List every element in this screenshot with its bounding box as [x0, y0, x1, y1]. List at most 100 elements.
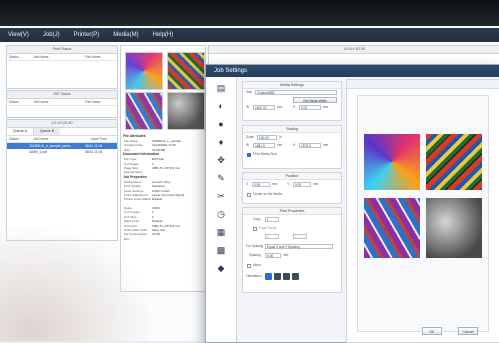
color-icon[interactable]: ◐: [216, 101, 226, 111]
layout-icon[interactable]: ▤: [216, 83, 226, 93]
page-range-checkbox[interactable]: [253, 227, 257, 231]
dialog-title: Job Settings: [206, 65, 499, 77]
preview-media: [357, 95, 489, 332]
spacing-field[interactable]: 0.00: [265, 253, 281, 258]
menu-media[interactable]: Media(M): [113, 32, 138, 38]
position-group: Position X 0.00 mm Y 0.00 mm Center on t…: [242, 172, 342, 204]
preview-gradient-art[interactable]: [364, 134, 420, 190]
media-width-field[interactable]: 1600.00: [253, 105, 275, 110]
spacing-mode-select[interactable]: Equal X and Y Spacing: [265, 244, 333, 249]
thumbnail-cracked-texture[interactable]: [167, 92, 205, 130]
mirror-checkbox[interactable]: [247, 264, 251, 268]
cmyk-icon[interactable]: ♦: [216, 137, 226, 147]
position-x-field[interactable]: 0.00: [252, 182, 270, 187]
scaled-height-field[interactable]: 1578.9: [299, 143, 321, 148]
col-job-name[interactable]: Job Name: [31, 99, 83, 105]
info-value: EPS File: [152, 157, 165, 162]
width-unit: mm: [277, 105, 283, 109]
orientation-label: Orientation: [246, 274, 262, 278]
file-info: File Attributes File Name 2018MUA_h_sampl…: [121, 134, 205, 241]
scaled-height-label: H: [293, 143, 296, 147]
monitor-bezel: [0, 0, 499, 26]
orientation-portrait-button[interactable]: [265, 273, 272, 280]
tab-queue-a[interactable]: Queue A: [7, 128, 34, 135]
scale-label: Scale: [246, 135, 254, 139]
media-height-field[interactable]: 0.00: [299, 105, 321, 110]
menu-help[interactable]: Help(H): [153, 32, 174, 38]
spacing-unit: mm: [283, 253, 289, 257]
scaled-width-unit: mm: [277, 143, 283, 147]
percent-label: %: [279, 135, 282, 139]
menu-bar: View(V) Job(J) Printer(P) Media(M) Help(…: [0, 28, 499, 42]
tab-queue-b[interactable]: Queue B: [34, 128, 61, 135]
x-unit: mm: [272, 182, 278, 186]
menu-view[interactable]: View(V): [8, 32, 29, 38]
width-label: W: [246, 105, 250, 109]
wrench-icon[interactable]: ✎: [216, 173, 226, 183]
orientation-rotate2-button[interactable]: [292, 273, 299, 280]
preview-cube-pattern[interactable]: [364, 198, 420, 258]
col-job-name[interactable]: Job Name: [31, 54, 83, 60]
fit-to-media-label: Fit to Media Size: [253, 152, 277, 156]
cancel-button[interactable]: Cancel: [458, 327, 478, 335]
printer-view-pane: UJ LH VD 80: [208, 45, 499, 65]
ink-drop-icon[interactable]: ●: [216, 119, 226, 129]
get-media-width-button[interactable]: Get Media Width: [293, 97, 337, 103]
queue-tabs: Queue A Queue B: [7, 128, 117, 136]
info-value: 1881.5 x 1578.9 mm: [152, 165, 181, 170]
ok-button[interactable]: OK: [422, 327, 442, 335]
col-file-name[interactable]: File Name: [83, 99, 100, 105]
orientation-rotate-button[interactable]: [283, 273, 290, 280]
scaling-group: Scaling Scale 100.00 % W 1881.5 mm H 157…: [242, 125, 342, 169]
col-status[interactable]: Status: [7, 99, 31, 105]
move-icon[interactable]: ✥: [216, 155, 226, 165]
menu-job[interactable]: Job(J): [43, 32, 60, 38]
page-to-field[interactable]: 1: [293, 234, 307, 239]
preview-toolbar: [347, 80, 499, 89]
y-label: Y: [287, 182, 290, 186]
col-job-name[interactable]: Job Name: [31, 136, 89, 142]
print-properties-group: Print Properties Copy 1 Page Range 1 1 F…: [242, 207, 342, 293]
preview-stained-glass[interactable]: [426, 134, 482, 190]
center-on-media-checkbox[interactable]: [247, 193, 251, 197]
col-file-name[interactable]: File Name: [83, 54, 100, 60]
menu-printer[interactable]: Printer(P): [74, 32, 100, 38]
scaling-title: Scaling: [243, 126, 341, 133]
page-from-field[interactable]: 1: [265, 234, 279, 239]
spacing-mode-label: For Spacing: [246, 244, 264, 248]
scale-field[interactable]: 100.00: [257, 135, 277, 140]
job-row[interactable]: 3d4fb_1.pdf 08/11 11:04: [7, 149, 117, 155]
settings-category-bar: ▤ ◐ ● ♦ ✥ ✎ ✂ ◷ ▦ ▩ ◆: [206, 77, 237, 342]
tile-icon[interactable]: ▦: [216, 227, 226, 237]
orientation-landscape-button[interactable]: [274, 273, 281, 280]
height-label: H: [293, 105, 296, 109]
col-status[interactable]: Status: [7, 54, 31, 60]
clock-icon[interactable]: ◷: [216, 209, 226, 219]
page-range-label: Page Range: [259, 226, 277, 230]
copy-field[interactable]: 1: [265, 217, 279, 222]
cut-icon[interactable]: ✂: [216, 191, 226, 201]
diamond-icon[interactable]: ◆: [216, 263, 226, 273]
thumbnail-gradient-art[interactable]: [125, 52, 163, 90]
position-title: Position: [243, 173, 341, 180]
center-on-media-label: Center on the Media: [253, 192, 282, 196]
print-status-pane: Print Status Status Job Name File Name: [6, 45, 118, 89]
scaled-width-field[interactable]: 1881.5: [253, 143, 275, 148]
thumbnail-stained-glass[interactable]: [167, 52, 205, 90]
preview-cracked-texture[interactable]: [426, 198, 482, 258]
mirror-label: Mirror: [253, 263, 262, 267]
fit-to-media-checkbox[interactable]: [247, 153, 251, 157]
rip-status-title: RIP Status: [7, 91, 117, 99]
col-status[interactable]: Status: [7, 136, 31, 142]
grid-icon[interactable]: ▩: [216, 245, 226, 255]
y-unit: mm: [313, 182, 319, 186]
thumbnail-cube-pattern[interactable]: [125, 92, 163, 130]
size-select[interactable]: Custom8552: [255, 90, 337, 95]
col-input-time[interactable]: Input Time: [89, 136, 107, 142]
print-status-title: Print Status: [7, 46, 117, 54]
info-value: 18.48: [152, 232, 160, 237]
job-time: 08/11 11:04: [85, 150, 103, 154]
position-y-field[interactable]: 0.00: [293, 182, 311, 187]
size-label: Size: [246, 90, 253, 94]
job-settings-dialog: Job Settings ▤ ◐ ● ♦ ✥ ✎ ✂ ◷ ▦ ▩ ◆ Media…: [205, 64, 499, 343]
